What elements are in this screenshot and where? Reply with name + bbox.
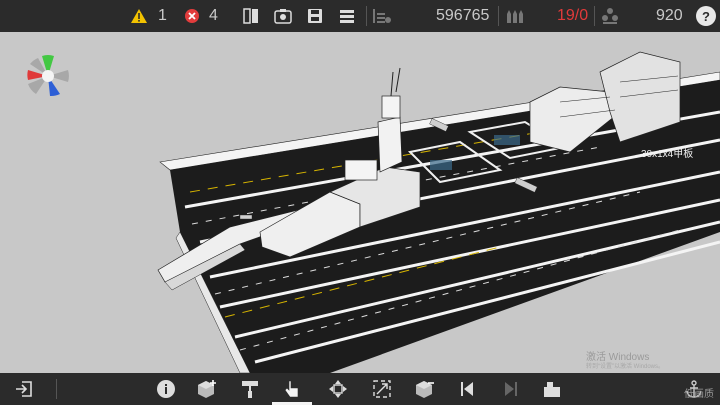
undo-icon[interactable] xyxy=(458,379,476,399)
block-library-icon[interactable] xyxy=(542,379,562,399)
block-count: 596765 xyxy=(436,7,490,24)
watermark-line2: 转到“设置”以激活 Windows。 xyxy=(586,364,665,370)
separator xyxy=(594,6,595,26)
add-block-icon[interactable] xyxy=(196,379,218,399)
remove-block-icon[interactable] xyxy=(414,379,436,399)
mirror-icon[interactable] xyxy=(242,7,260,25)
info-icon[interactable] xyxy=(156,379,176,399)
menu-icon[interactable] xyxy=(338,7,356,25)
top-toolbar: 1 4 596765 19/0 920 ? xyxy=(0,0,720,32)
redo-icon[interactable] xyxy=(502,379,520,399)
paint-roller-icon[interactable] xyxy=(240,379,260,399)
separator xyxy=(498,6,499,26)
scale-icon[interactable] xyxy=(372,379,392,399)
axis-gizmo[interactable] xyxy=(24,52,72,100)
ship-render xyxy=(157,51,720,373)
help-button[interactable]: ? xyxy=(696,6,716,26)
crew-count: 920 xyxy=(656,7,683,24)
error-count: 4 xyxy=(209,7,218,24)
deck-label: 30x1x4甲板 xyxy=(641,149,694,160)
move-icon[interactable] xyxy=(328,379,348,399)
separator xyxy=(56,379,57,399)
exit-icon[interactable] xyxy=(14,380,34,398)
select-tool-button[interactable] xyxy=(272,373,312,405)
weapon-count: 19/0 xyxy=(557,7,589,24)
bottom-toolbar: 低画质 xyxy=(0,373,720,405)
crew-icon xyxy=(600,7,620,25)
error-icon[interactable] xyxy=(184,8,200,24)
hand-pointer-icon xyxy=(283,379,301,399)
separator xyxy=(366,6,367,26)
save-icon[interactable] xyxy=(306,7,324,25)
warning-count: 1 xyxy=(158,7,167,24)
quality-label: 低画质 xyxy=(684,389,714,400)
warning-icon[interactable] xyxy=(130,7,148,25)
screenshot-icon[interactable] xyxy=(274,7,292,25)
3d-viewport[interactable]: 30x1x4甲板 激活 Windows 转到“设置”以激活 Windows。 xyxy=(0,32,720,373)
ammo-icon xyxy=(504,7,524,25)
blocks-icon xyxy=(372,7,392,25)
